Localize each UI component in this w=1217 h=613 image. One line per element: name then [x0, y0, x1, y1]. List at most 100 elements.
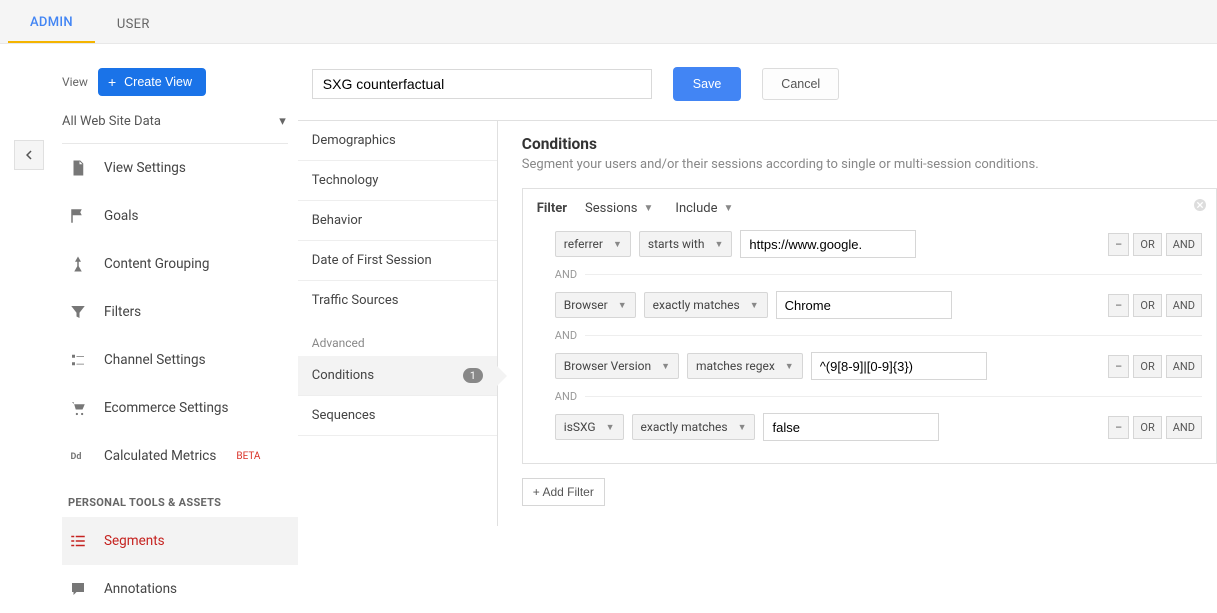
or-button[interactable]: OR [1133, 416, 1161, 439]
caret-down-icon: ▼ [714, 239, 723, 250]
filter-mode-select[interactable]: Include ▼ [671, 201, 737, 216]
nav-goals[interactable]: Goals [62, 192, 298, 240]
nav-label: Content Grouping [104, 256, 209, 272]
or-button[interactable]: OR [1133, 294, 1161, 317]
seg-traffic[interactable]: Traffic Sources [298, 281, 497, 320]
create-view-label: Create View [124, 75, 192, 89]
nav-segments[interactable]: Segments [62, 517, 298, 565]
plus-icon: + [108, 77, 116, 87]
conditions-count-badge: 1 [463, 368, 483, 383]
and-button[interactable]: AND [1166, 233, 1202, 256]
segments-icon [68, 531, 88, 551]
filter-mode-value: Include [675, 201, 717, 216]
conditions-title: Conditions [522, 135, 1217, 153]
remove-condition-button[interactable]: – [1108, 294, 1129, 317]
caret-down-icon: ▼ [723, 203, 733, 214]
seg-advanced-heading: Advanced [298, 320, 497, 356]
dimension-select[interactable]: referrer▼ [555, 231, 631, 257]
seg-demographics[interactable]: Demographics [298, 121, 497, 161]
nav-filters[interactable]: Filters [62, 288, 298, 336]
condition-value-input[interactable] [740, 230, 916, 258]
remove-filter-button[interactable] [1192, 197, 1208, 213]
caret-down-icon: ▼ [606, 422, 615, 433]
caret-down-icon: ▼ [738, 422, 747, 433]
save-button[interactable]: Save [674, 68, 741, 100]
remove-condition-button[interactable]: – [1108, 233, 1129, 256]
arrow-left-icon [20, 146, 38, 164]
dimension-select[interactable]: isSXG▼ [555, 414, 624, 440]
filter-scope-select[interactable]: Sessions ▼ [581, 201, 657, 216]
and-button[interactable]: AND [1166, 355, 1202, 378]
filter-scope-value: Sessions [585, 201, 638, 216]
add-filter-button[interactable]: + Add Filter [522, 478, 605, 506]
condition-value-input[interactable] [776, 291, 952, 319]
dimension-select[interactable]: Browser Version▼ [555, 353, 679, 379]
nav-content-grouping[interactable]: Content Grouping [62, 240, 298, 288]
nav-label: Ecommerce Settings [104, 400, 228, 416]
or-button[interactable]: OR [1133, 355, 1161, 378]
funnel-icon [68, 302, 88, 322]
caret-down-icon: ▼ [750, 300, 759, 311]
dimension-select[interactable]: Browser▼ [555, 292, 636, 318]
nav-label: Channel Settings [104, 352, 206, 368]
view-selector[interactable]: All Web Site Data ▾ [62, 108, 288, 144]
condition-value-input[interactable] [811, 352, 987, 380]
nav-channel-settings[interactable]: Channel Settings [62, 336, 298, 384]
document-icon [68, 158, 88, 178]
condition-row: Browser Version▼ matches regex▼ –ORAND [555, 352, 1202, 380]
cancel-button[interactable]: Cancel [762, 68, 839, 100]
svg-text:Dd: Dd [71, 452, 82, 462]
tab-user[interactable]: USER [95, 4, 172, 43]
and-separator: AND [555, 390, 1202, 403]
match-select[interactable]: matches regex▼ [687, 353, 803, 379]
nav-label: View Settings [104, 160, 186, 176]
nav-label: Filters [104, 304, 141, 320]
match-select[interactable]: exactly matches▼ [632, 414, 756, 440]
caret-down-icon: ▼ [613, 239, 622, 250]
remove-condition-button[interactable]: – [1108, 416, 1129, 439]
condition-row: Browser▼ exactly matches▼ –ORAND [555, 291, 1202, 319]
seg-conditions[interactable]: Conditions 1 [298, 356, 497, 396]
flag-icon [68, 206, 88, 226]
remove-condition-button[interactable]: – [1108, 355, 1129, 378]
seg-behavior[interactable]: Behavior [298, 201, 497, 241]
nav-label: Segments [104, 533, 165, 549]
condition-row: isSXG▼ exactly matches▼ –ORAND [555, 413, 1202, 441]
create-view-button[interactable]: + Create View [98, 68, 206, 96]
metrics-icon: Dd [68, 446, 88, 466]
filter-box: Filter Sessions ▼ Include ▼ referrer▼ start… [522, 188, 1217, 464]
match-select[interactable]: exactly matches▼ [644, 292, 768, 318]
nav-section-personal: PERSONAL TOOLS & ASSETS [62, 480, 298, 517]
nav-label: Calculated Metrics [104, 448, 216, 464]
condition-value-input[interactable] [763, 413, 939, 441]
filter-label: Filter [537, 201, 567, 216]
conditions-subtitle: Segment your users and/or their sessions… [522, 157, 1217, 172]
and-separator: AND [555, 329, 1202, 342]
caret-down-icon: ▼ [661, 361, 670, 372]
condition-row: referrer▼ starts with▼ –ORAND [555, 230, 1202, 258]
tab-admin[interactable]: ADMIN [8, 2, 95, 43]
seg-technology[interactable]: Technology [298, 161, 497, 201]
caret-down-icon: ▼ [644, 203, 654, 214]
nav-view-settings[interactable]: View Settings [62, 144, 298, 192]
or-button[interactable]: OR [1133, 233, 1161, 256]
annotation-icon [68, 579, 88, 599]
nav-label: Goals [104, 208, 139, 224]
nav-ecommerce[interactable]: Ecommerce Settings [62, 384, 298, 432]
seg-sequences[interactable]: Sequences [298, 396, 497, 436]
cart-icon [68, 398, 88, 418]
view-selector-label: All Web Site Data [62, 114, 161, 129]
segment-name-input[interactable] [312, 69, 652, 99]
caret-down-icon: ▾ [279, 114, 286, 129]
seg-first-session[interactable]: Date of First Session [298, 241, 497, 281]
match-select[interactable]: starts with▼ [639, 231, 733, 257]
and-button[interactable]: AND [1166, 294, 1202, 317]
nav-calculated-metrics[interactable]: Dd Calculated Metrics BETA [62, 432, 298, 480]
seg-conditions-label: Conditions [312, 368, 374, 383]
back-button[interactable] [14, 140, 44, 170]
and-button[interactable]: AND [1166, 416, 1202, 439]
beta-badge: BETA [236, 451, 260, 462]
group-icon [68, 254, 88, 274]
close-icon [1192, 197, 1208, 213]
nav-annotations[interactable]: Annotations [62, 565, 298, 613]
